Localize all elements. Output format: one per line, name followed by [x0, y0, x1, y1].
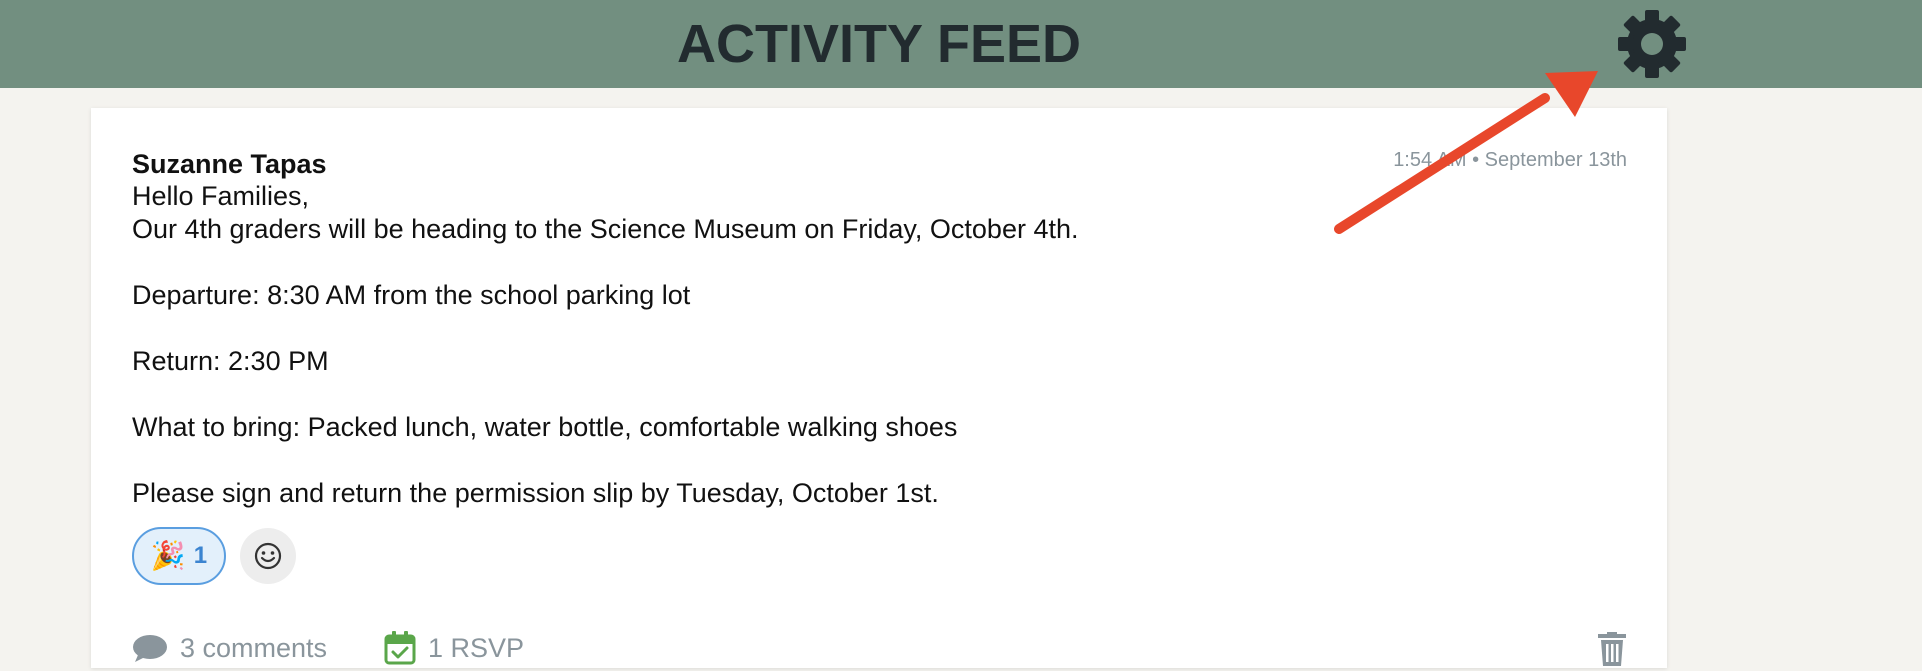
post-line: Our 4th graders will be heading to the S…: [132, 214, 1079, 244]
reaction-pill[interactable]: 🎉 1: [132, 527, 226, 585]
post-line: Return: 2:30 PM: [132, 346, 329, 376]
comments-count: 3 comments: [180, 633, 328, 663]
post-author: Suzanne Tapas: [132, 149, 327, 179]
post-body: Hello Families, Our 4th graders will be …: [132, 180, 1432, 510]
post-timestamp: 1:54 AM • September 13th: [1393, 149, 1627, 171]
post-line: Please sign and return the permission sl…: [132, 478, 939, 508]
post-card: Suzanne Tapas 1:54 AM • September 13th H…: [91, 108, 1667, 668]
calendar-check-icon: [384, 631, 416, 665]
add-reaction-button[interactable]: [240, 528, 296, 584]
smiley-icon: [254, 542, 282, 570]
comment-bubble-icon: [133, 635, 167, 662]
comments-link[interactable]: 3 comments: [132, 628, 327, 668]
post-footer: 3 comments 1 RSVP: [132, 628, 1627, 668]
post-line: Departure: 8:30 AM from the school parki…: [132, 280, 691, 310]
post-line: What to bring: Packed lunch, water bottl…: [132, 412, 958, 442]
header-bar: ACTIVITY FEED: [0, 0, 1922, 88]
page-title: ACTIVITY FEED: [676, 14, 1082, 74]
reaction-count: 1: [193, 542, 208, 569]
rsvp-count: 1 RSVP: [428, 633, 525, 663]
post-line: Hello Families,: [132, 181, 310, 211]
party-popper-icon: 🎉: [150, 540, 186, 571]
gear-icon[interactable]: [1614, 6, 1690, 82]
trash-icon[interactable]: [1597, 632, 1627, 671]
rsvp-link[interactable]: 1 RSVP: [384, 628, 524, 668]
